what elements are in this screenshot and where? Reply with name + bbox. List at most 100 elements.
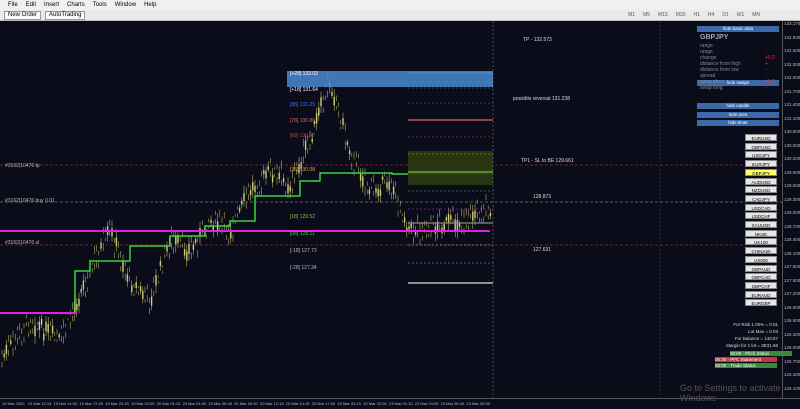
- candle-body: [186, 251, 188, 261]
- candle-body: [164, 248, 166, 255]
- symbol-button-xauusd[interactable]: XAUUSD: [745, 221, 777, 228]
- x-tick-13: 20 Mar 20:15: [337, 401, 361, 406]
- symbol-button-gbpusd[interactable]: GBPUSD: [745, 142, 777, 150]
- candle-body: [274, 169, 276, 174]
- candle-body: [245, 194, 247, 203]
- hide-timer-button[interactable]: hide timer: [697, 120, 779, 126]
- candle-body: [467, 216, 470, 226]
- symbol-button-eurjpy[interactable]: EURJPY: [745, 160, 777, 168]
- x-tick-16: 23 Mar 04:00: [414, 401, 439, 406]
- candle-body: [282, 178, 285, 183]
- candle-body: [232, 223, 234, 235]
- candle-body: [5, 344, 8, 355]
- fib-label-3: [78] 130.86: [290, 118, 316, 124]
- candle-body: [181, 237, 184, 245]
- candle-body: [370, 181, 373, 187]
- menu-charts[interactable]: Charts: [67, 2, 85, 8]
- candle-body: [144, 292, 146, 300]
- candle-body: [1, 354, 3, 362]
- candle-body: [159, 261, 162, 267]
- candle-body: [348, 150, 351, 155]
- timeframe-bar: M1 M5 M15 M30 H1 H4 D1 W1 MN: [620, 12, 760, 18]
- panel-row-value-7: -: [765, 85, 767, 91]
- x-tick-9: 20 Mar 09:30: [234, 401, 258, 406]
- candle-body: [120, 257, 122, 267]
- account-line-0: For Risk 1.00% = 0.01: [733, 322, 778, 327]
- symbol-button-china50[interactable]: CHINA50: [745, 247, 777, 255]
- reversal-label: possible reversal 131.238: [513, 96, 570, 102]
- timeframe-d1[interactable]: D1: [722, 12, 728, 18]
- timeframe-m5[interactable]: M5: [643, 12, 650, 18]
- symbol-button-gbpchf[interactable]: GBPCHF: [745, 281, 777, 289]
- candle-body: [355, 157, 357, 163]
- new-order-button[interactable]: New Order: [4, 10, 42, 20]
- symbol-button-usdjpy[interactable]: USDJPY: [745, 151, 777, 159]
- candle-body: [227, 230, 230, 239]
- candle-body: [254, 186, 256, 193]
- candle-body: [249, 190, 252, 195]
- hide-candle-button[interactable]: hide candle: [697, 103, 779, 109]
- timeframe-h4[interactable]: H4: [708, 12, 714, 18]
- hide-area-button[interactable]: hide area: [697, 112, 779, 118]
- candle-body: [155, 274, 157, 286]
- timeframe-w1[interactable]: W1: [737, 12, 745, 18]
- menu-tools[interactable]: Tools: [93, 2, 107, 8]
- autotrading-button[interactable]: AutoTrading: [45, 10, 86, 20]
- symbol-button-us500[interactable]: US500: [745, 255, 777, 263]
- candle-body: [21, 333, 23, 341]
- candle-body: [443, 223, 445, 231]
- candle-body: [243, 193, 245, 202]
- menu-insert[interactable]: Insert: [44, 2, 59, 8]
- symbol-button-eurusd[interactable]: EURUSD: [745, 134, 777, 141]
- menu-window[interactable]: Window: [115, 2, 136, 8]
- candle-body: [483, 208, 485, 217]
- symbol-button-uk100[interactable]: UK100: [745, 238, 777, 246]
- hide-basic-button[interactable]: hide basic data: [697, 26, 779, 32]
- candle-body: [102, 233, 104, 243]
- candle-body: [366, 185, 368, 190]
- symbol-button-nkse[interactable]: NKSE: [745, 229, 777, 237]
- candle-body: [302, 146, 305, 157]
- symbol-button-nzdusd[interactable]: NZDUSD: [745, 186, 777, 194]
- symbol-button-eurgbp[interactable]: EURGBP: [745, 299, 777, 307]
- candle-body: [157, 277, 159, 281]
- x-tick-3: 19 Mar 17:45: [79, 401, 103, 406]
- candle-body: [252, 182, 254, 191]
- left-order-label-2: #3162|10476 buy 0.01: [5, 198, 55, 204]
- timeframe-m30[interactable]: M30: [676, 12, 686, 18]
- chart-area[interactable]: [0, 21, 782, 398]
- candle-body: [87, 278, 89, 288]
- candle-body: [322, 100, 324, 108]
- symbol-button-euraud[interactable]: EURAUD: [745, 290, 777, 298]
- candle-body: [16, 330, 19, 338]
- menu-file[interactable]: File: [8, 2, 18, 8]
- candle-body: [7, 341, 10, 351]
- symbol-button-usdcad[interactable]: USDCAD: [745, 203, 777, 211]
- symbol-button-cadjpy[interactable]: CADJPY: [745, 194, 777, 202]
- candle-body: [489, 212, 492, 217]
- menu-edit[interactable]: Edit: [26, 2, 36, 8]
- symbol-button-gbpcad[interactable]: GBPCAD: [745, 273, 777, 281]
- candle-body: [454, 219, 456, 230]
- symbol-button-audusd[interactable]: AUDUSD: [745, 177, 777, 185]
- symbol-button-usdchf[interactable]: USDCHF: [745, 212, 777, 220]
- candle-body: [392, 186, 395, 195]
- candle-body: [344, 130, 346, 142]
- candle-body: [333, 96, 335, 106]
- y-tick-19: 127.500: [784, 277, 800, 283]
- timeframe-h1[interactable]: H1: [694, 12, 700, 18]
- symbol-button-gbpaud[interactable]: GBPAUD: [745, 264, 777, 272]
- panel-row-label-7: swap long: [700, 85, 723, 91]
- timeframe-m15[interactable]: M15: [658, 12, 668, 18]
- menu-help[interactable]: Help: [144, 2, 156, 8]
- y-tick-17: 128.100: [784, 250, 800, 256]
- candle-body: [384, 176, 386, 180]
- x-tick-6: 20 Mar 01:15: [156, 401, 181, 406]
- symbol-button-gbpjpy[interactable]: GBPJPY: [745, 168, 777, 176]
- candle-body: [276, 169, 278, 177]
- timeframe-m1[interactable]: M1: [628, 12, 635, 18]
- candle-body: [91, 265, 93, 269]
- candle-body: [172, 237, 175, 248]
- timeframe-mn[interactable]: MN: [752, 12, 760, 18]
- candle-body: [452, 211, 454, 219]
